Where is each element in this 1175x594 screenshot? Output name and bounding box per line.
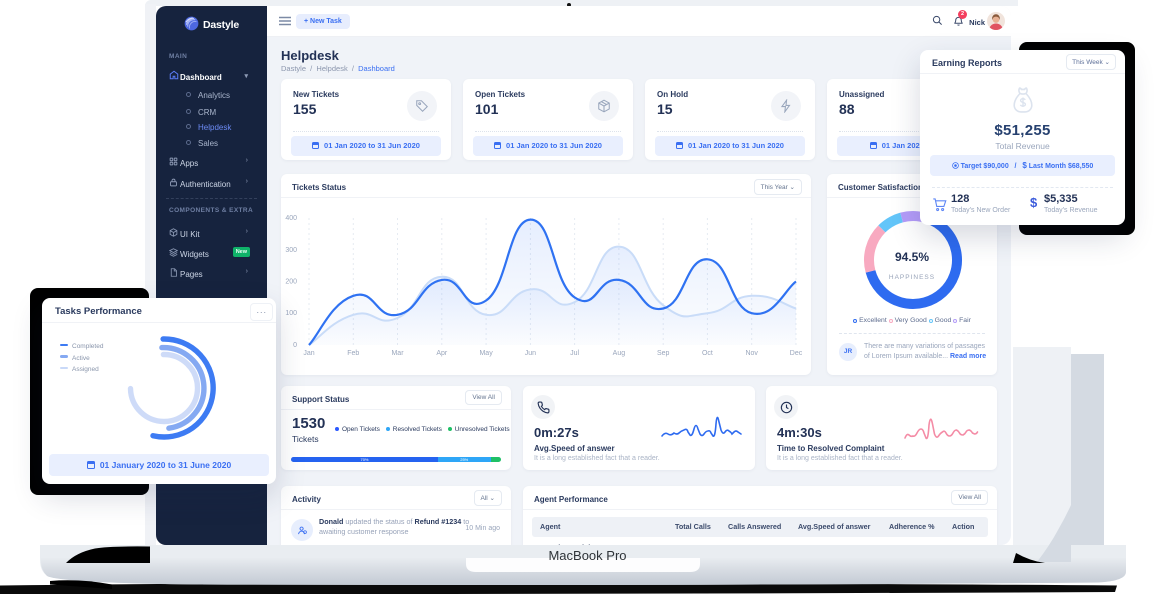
svg-text:Jul: Jul	[570, 350, 579, 357]
svg-text:Mar: Mar	[391, 350, 404, 357]
svg-text:Apr: Apr	[436, 350, 448, 357]
svg-text:300: 300	[285, 247, 297, 254]
svg-text:Nov: Nov	[745, 350, 758, 357]
svg-text:Aug: Aug	[613, 350, 626, 357]
svg-text:100: 100	[285, 310, 297, 317]
svg-text:200: 200	[285, 279, 297, 286]
svg-text:0: 0	[293, 342, 297, 349]
svg-text:Jan: Jan	[303, 350, 314, 357]
svg-text:Sep: Sep	[657, 350, 670, 357]
svg-text:May: May	[479, 350, 493, 357]
svg-text:Feb: Feb	[347, 350, 359, 357]
svg-text:Oct: Oct	[702, 350, 713, 357]
svg-text:Jun: Jun	[525, 350, 536, 357]
svg-text:400: 400	[285, 215, 297, 222]
svg-text:Dec: Dec	[790, 350, 803, 357]
